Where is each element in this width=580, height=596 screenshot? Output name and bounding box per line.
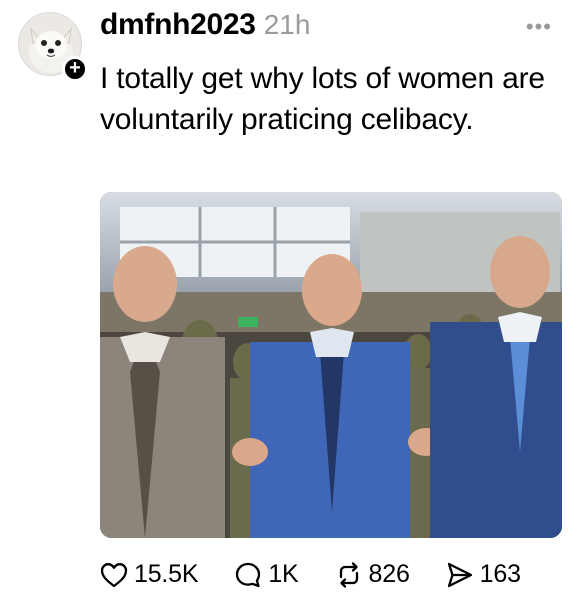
more-icon[interactable]: •••: [526, 14, 552, 40]
post-header: dmfnh2023 21h: [100, 8, 310, 42]
username[interactable]: dmfnh2023: [100, 8, 256, 42]
share-count: 163: [479, 560, 521, 588]
follow-button[interactable]: +: [62, 56, 88, 82]
reply-count: 1K: [268, 560, 299, 588]
heart-icon: [100, 562, 128, 587]
like-count: 15.5K: [134, 560, 199, 588]
send-icon: [447, 562, 472, 587]
repost-icon: [339, 561, 358, 588]
photo-illustration: [100, 192, 562, 538]
share-button[interactable]: 163: [446, 560, 521, 589]
comment-icon: [236, 562, 261, 587]
reply-button[interactable]: 1K: [234, 560, 299, 589]
timestamp[interactable]: 21h: [264, 9, 311, 41]
like-button[interactable]: 15.5K: [100, 560, 199, 589]
repost-button[interactable]: 826: [335, 560, 410, 589]
post-image[interactable]: [100, 192, 562, 538]
avatar-wrap: +: [18, 12, 88, 82]
post-text: I totally get why lots of women are volu…: [100, 62, 545, 136]
repost-count: 826: [368, 560, 410, 588]
action-bar: 15.5K 1K 826 163: [100, 560, 521, 589]
